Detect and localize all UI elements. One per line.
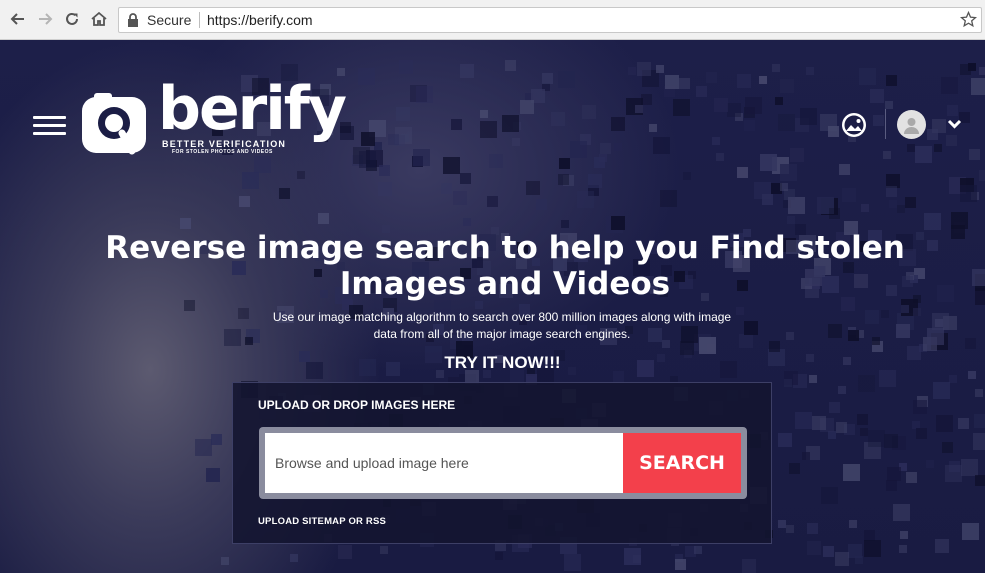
browser-toolbar: Secure https://berify.com bbox=[0, 0, 985, 40]
image-search-icon[interactable] bbox=[840, 111, 868, 139]
chevron-down-icon[interactable] bbox=[947, 116, 962, 134]
search-button[interactable]: SEARCH bbox=[623, 433, 741, 493]
hamburger-menu-icon[interactable] bbox=[33, 116, 66, 136]
lock-icon bbox=[127, 13, 139, 32]
logo-subtagline: FOR STOLEN PHOTOS AND VIDEOS bbox=[172, 149, 273, 155]
forward-arrow-icon[interactable] bbox=[35, 8, 55, 30]
upload-drop-label: UPLOAD OR DROP IMAGES HERE bbox=[258, 398, 456, 412]
upload-input[interactable]: Browse and upload image here bbox=[265, 433, 623, 493]
magnifier-camera-icon bbox=[82, 93, 146, 155]
logo-wordmark: berify bbox=[158, 74, 347, 144]
search-bar: Browse and upload image here SEARCH bbox=[259, 427, 747, 499]
upload-input-placeholder: Browse and upload image here bbox=[275, 455, 469, 471]
omnibox-divider bbox=[199, 12, 200, 28]
hero-headline: Reverse image search to help you Find st… bbox=[105, 230, 905, 302]
header-divider bbox=[885, 109, 886, 139]
address-bar[interactable]: Secure https://berify.com bbox=[118, 7, 982, 33]
home-icon[interactable] bbox=[89, 8, 109, 30]
back-arrow-icon[interactable] bbox=[8, 8, 28, 30]
reload-icon[interactable] bbox=[62, 8, 82, 30]
url-text: https://berify.com bbox=[207, 12, 313, 28]
bookmark-star-icon[interactable] bbox=[959, 10, 978, 33]
hero-subtext: Use our image matching algorithm to sear… bbox=[272, 310, 732, 341]
page-body: berify BETTER VERIFICATION FOR STOLEN PH… bbox=[0, 40, 985, 573]
secure-label: Secure bbox=[147, 12, 192, 28]
upload-panel[interactable]: UPLOAD OR DROP IMAGES HERE Browse and up… bbox=[232, 382, 772, 544]
berify-logo[interactable]: berify BETTER VERIFICATION FOR STOLEN PH… bbox=[80, 79, 347, 161]
user-avatar-icon[interactable] bbox=[897, 110, 926, 139]
try-it-now-heading: TRY IT NOW!!! bbox=[444, 353, 561, 372]
logo-tagline: BETTER VERIFICATION bbox=[162, 139, 287, 149]
upload-sitemap-link[interactable]: UPLOAD SITEMAP OR RSS bbox=[258, 516, 386, 527]
